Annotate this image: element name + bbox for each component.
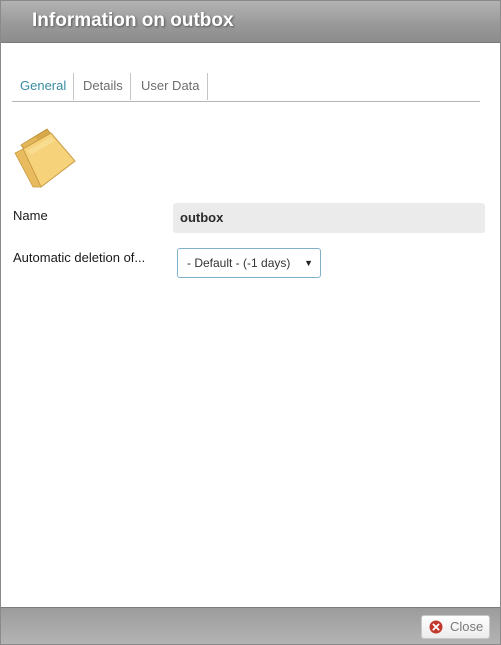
name-field: outbox bbox=[173, 203, 485, 233]
automatic-deletion-label: Automatic deletion of... bbox=[13, 250, 146, 265]
tab-general[interactable]: General bbox=[12, 73, 75, 100]
info-dialog: Information on outbox General Details Us… bbox=[0, 0, 501, 645]
tab-details[interactable]: Details bbox=[76, 73, 131, 100]
dialog-title: Information on outbox bbox=[32, 10, 234, 31]
close-button[interactable]: Close bbox=[421, 615, 490, 639]
tab-user-data[interactable]: User Data bbox=[134, 73, 208, 100]
automatic-deletion-select[interactable]: - Default - (-1 days) ▼ bbox=[177, 248, 321, 278]
automatic-deletion-selected-value: - Default - (-1 days) bbox=[187, 256, 291, 270]
tab-bar: General Details User Data bbox=[12, 73, 480, 102]
close-icon bbox=[429, 620, 443, 634]
name-label: Name bbox=[13, 208, 48, 223]
close-button-label: Close bbox=[450, 619, 484, 634]
dialog-footer: Close bbox=[1, 607, 500, 644]
dropdown-arrow-icon: ▼ bbox=[304, 258, 313, 268]
dialog-titlebar[interactable]: Information on outbox bbox=[1, 1, 500, 43]
folder-icon bbox=[14, 128, 76, 188]
